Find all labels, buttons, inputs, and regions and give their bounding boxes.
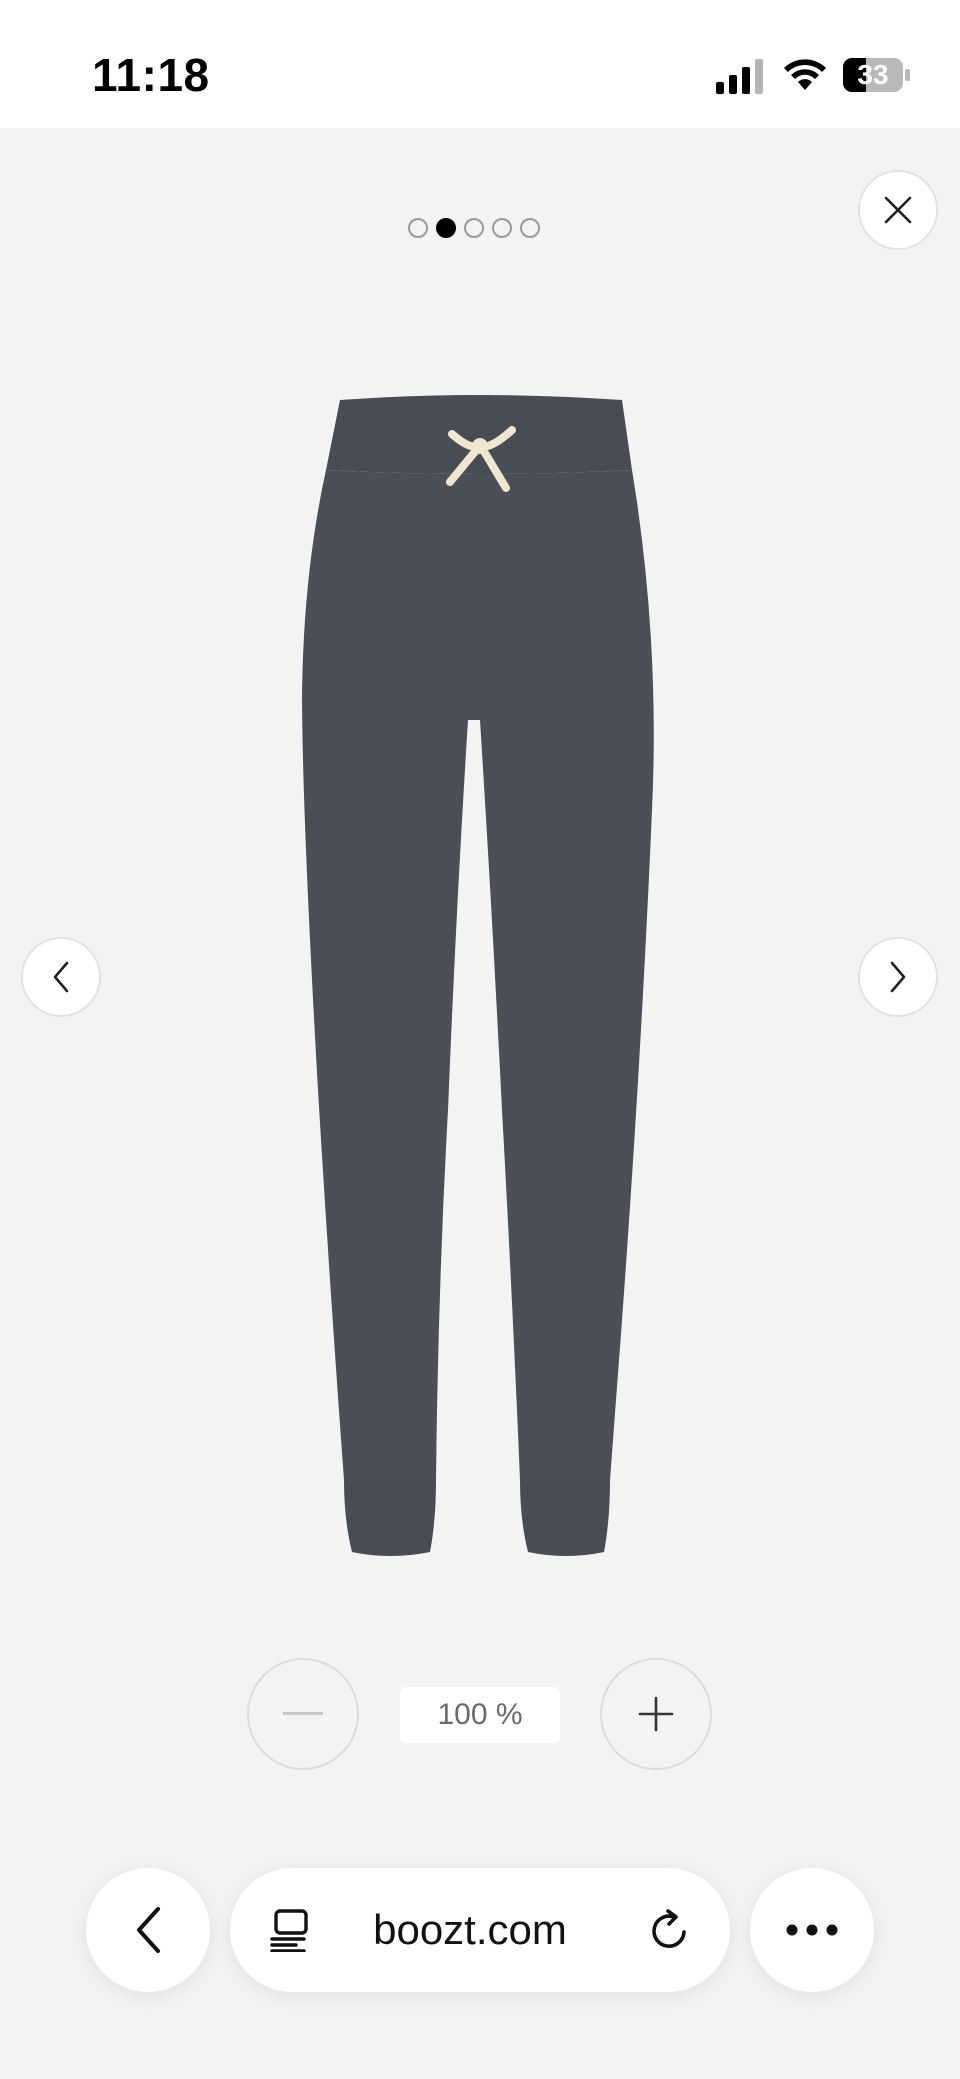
reader-mode-icon[interactable] [270,1908,314,1952]
status-bar: 11:18 33 [0,0,960,128]
pagination-dot[interactable] [520,218,540,238]
close-button[interactable] [858,170,938,250]
url-text[interactable]: boozt.com [330,1868,610,1992]
chevron-left-icon [53,961,69,993]
product-image[interactable] [280,390,680,1560]
wifi-icon [784,59,826,90]
ellipsis-icon [786,1924,838,1936]
address-bar[interactable]: boozt.com [230,1868,730,1992]
browser-back-button[interactable] [86,1868,210,1992]
previous-image-button[interactable] [21,937,101,1017]
cellular-signal-icon [716,59,763,94]
pagination-dot[interactable] [408,218,428,238]
pagination-dot[interactable] [492,218,512,238]
zoom-in-button[interactable] [600,1658,712,1770]
pagination-dot[interactable] [464,218,484,238]
zoom-level: 100 % [400,1687,560,1743]
next-image-button[interactable] [858,937,938,1017]
reload-icon[interactable] [648,1908,692,1952]
status-time: 11:18 [92,49,210,101]
battery-level: 33 [857,59,889,90]
more-options-button[interactable] [750,1868,874,1992]
chevron-left-icon [137,1907,160,1953]
chevron-right-icon [890,961,906,993]
zoom-out-button[interactable] [247,1658,359,1770]
plus-icon [638,1696,674,1732]
minus-icon [283,1712,323,1715]
image-pagination [408,218,540,242]
close-icon [884,196,912,224]
pagination-dot-active[interactable] [436,218,456,238]
